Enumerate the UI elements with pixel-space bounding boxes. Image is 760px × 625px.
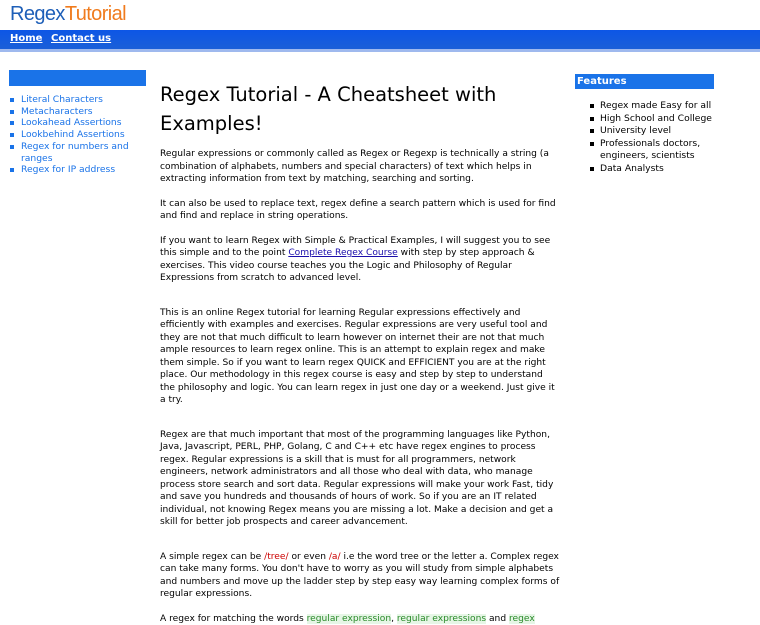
feature-item: Professionals doctors, engineers, scient… xyxy=(589,138,729,163)
main-content: Regex Tutorial - A Cheatsheet with Examp… xyxy=(160,80,560,625)
logo-text-tutorial: Tutorial xyxy=(65,3,126,25)
page-title: Regex Tutorial - A Cheatsheet with Examp… xyxy=(160,80,560,138)
bullet-icon xyxy=(590,142,594,146)
importance-paragraph: Regex are that much important that most … xyxy=(160,429,560,529)
sidebar-item-literal-characters[interactable]: Literal Characters xyxy=(9,94,149,106)
bullet-icon xyxy=(590,117,594,121)
sidebar-item-ip-address[interactable]: Regex for IP address xyxy=(9,164,149,176)
intro-paragraph: Regular expressions or commonly called a… xyxy=(160,148,560,186)
sidebar-item-numbers-ranges[interactable]: Regex for numbers and ranges xyxy=(9,141,149,164)
bullet-icon xyxy=(10,121,14,125)
code-regular-expression: regular expression xyxy=(307,614,391,624)
course-paragraph: If you want to learn Regex with Simple &… xyxy=(160,235,560,285)
code-tree: /tree/ xyxy=(264,552,288,562)
sidebar-item-metacharacters[interactable]: Metacharacters xyxy=(9,106,149,118)
bullet-icon xyxy=(590,167,594,171)
bullet-icon xyxy=(10,133,14,137)
bullet-icon xyxy=(10,110,14,114)
simple-regex-paragraph: A simple regex can be /tree/ or even /a/… xyxy=(160,551,560,601)
nav-home-link[interactable]: Home xyxy=(10,33,42,44)
site-header: RegexTutorial xyxy=(0,0,760,30)
bullet-icon xyxy=(10,98,14,102)
top-navbar: Home Contact us xyxy=(0,30,760,52)
feature-item: Regex made Easy for all xyxy=(589,100,729,113)
nav-contact-link[interactable]: Contact us xyxy=(51,33,111,44)
replace-paragraph: It can also be used to replace text, reg… xyxy=(160,198,560,223)
code-regex: regex xyxy=(509,614,535,624)
feature-item: High School and College xyxy=(589,113,729,126)
feature-item: Data Analysts xyxy=(589,163,729,176)
logo-text-regex: Regex xyxy=(10,3,65,25)
features-list: Regex made Easy for all High School and … xyxy=(589,100,729,176)
feature-item: University level xyxy=(589,125,729,138)
complete-regex-course-link[interactable]: Complete Regex Course xyxy=(288,248,397,258)
bullet-icon xyxy=(590,104,594,108)
code-a: /a/ xyxy=(329,552,341,562)
regex-words-paragraph: A regex for matching the words regular e… xyxy=(160,613,560,625)
sidebar-header-bar xyxy=(9,70,146,86)
online-tutorial-paragraph: This is an online Regex tutorial for lea… xyxy=(160,307,560,407)
bullet-icon xyxy=(590,129,594,133)
features-heading: Features xyxy=(575,74,714,89)
code-regular-expressions: regular expressions xyxy=(397,614,486,624)
sidebar-item-lookbehind[interactable]: Lookbehind Assertions xyxy=(9,129,149,141)
bullet-icon xyxy=(10,145,14,149)
bullet-icon xyxy=(10,168,14,172)
sidebar-topic-list: Literal Characters Metacharacters Lookah… xyxy=(9,94,149,176)
site-logo[interactable]: RegexTutorial xyxy=(10,3,126,26)
sidebar-item-lookahead[interactable]: Lookahead Assertions xyxy=(9,117,149,129)
